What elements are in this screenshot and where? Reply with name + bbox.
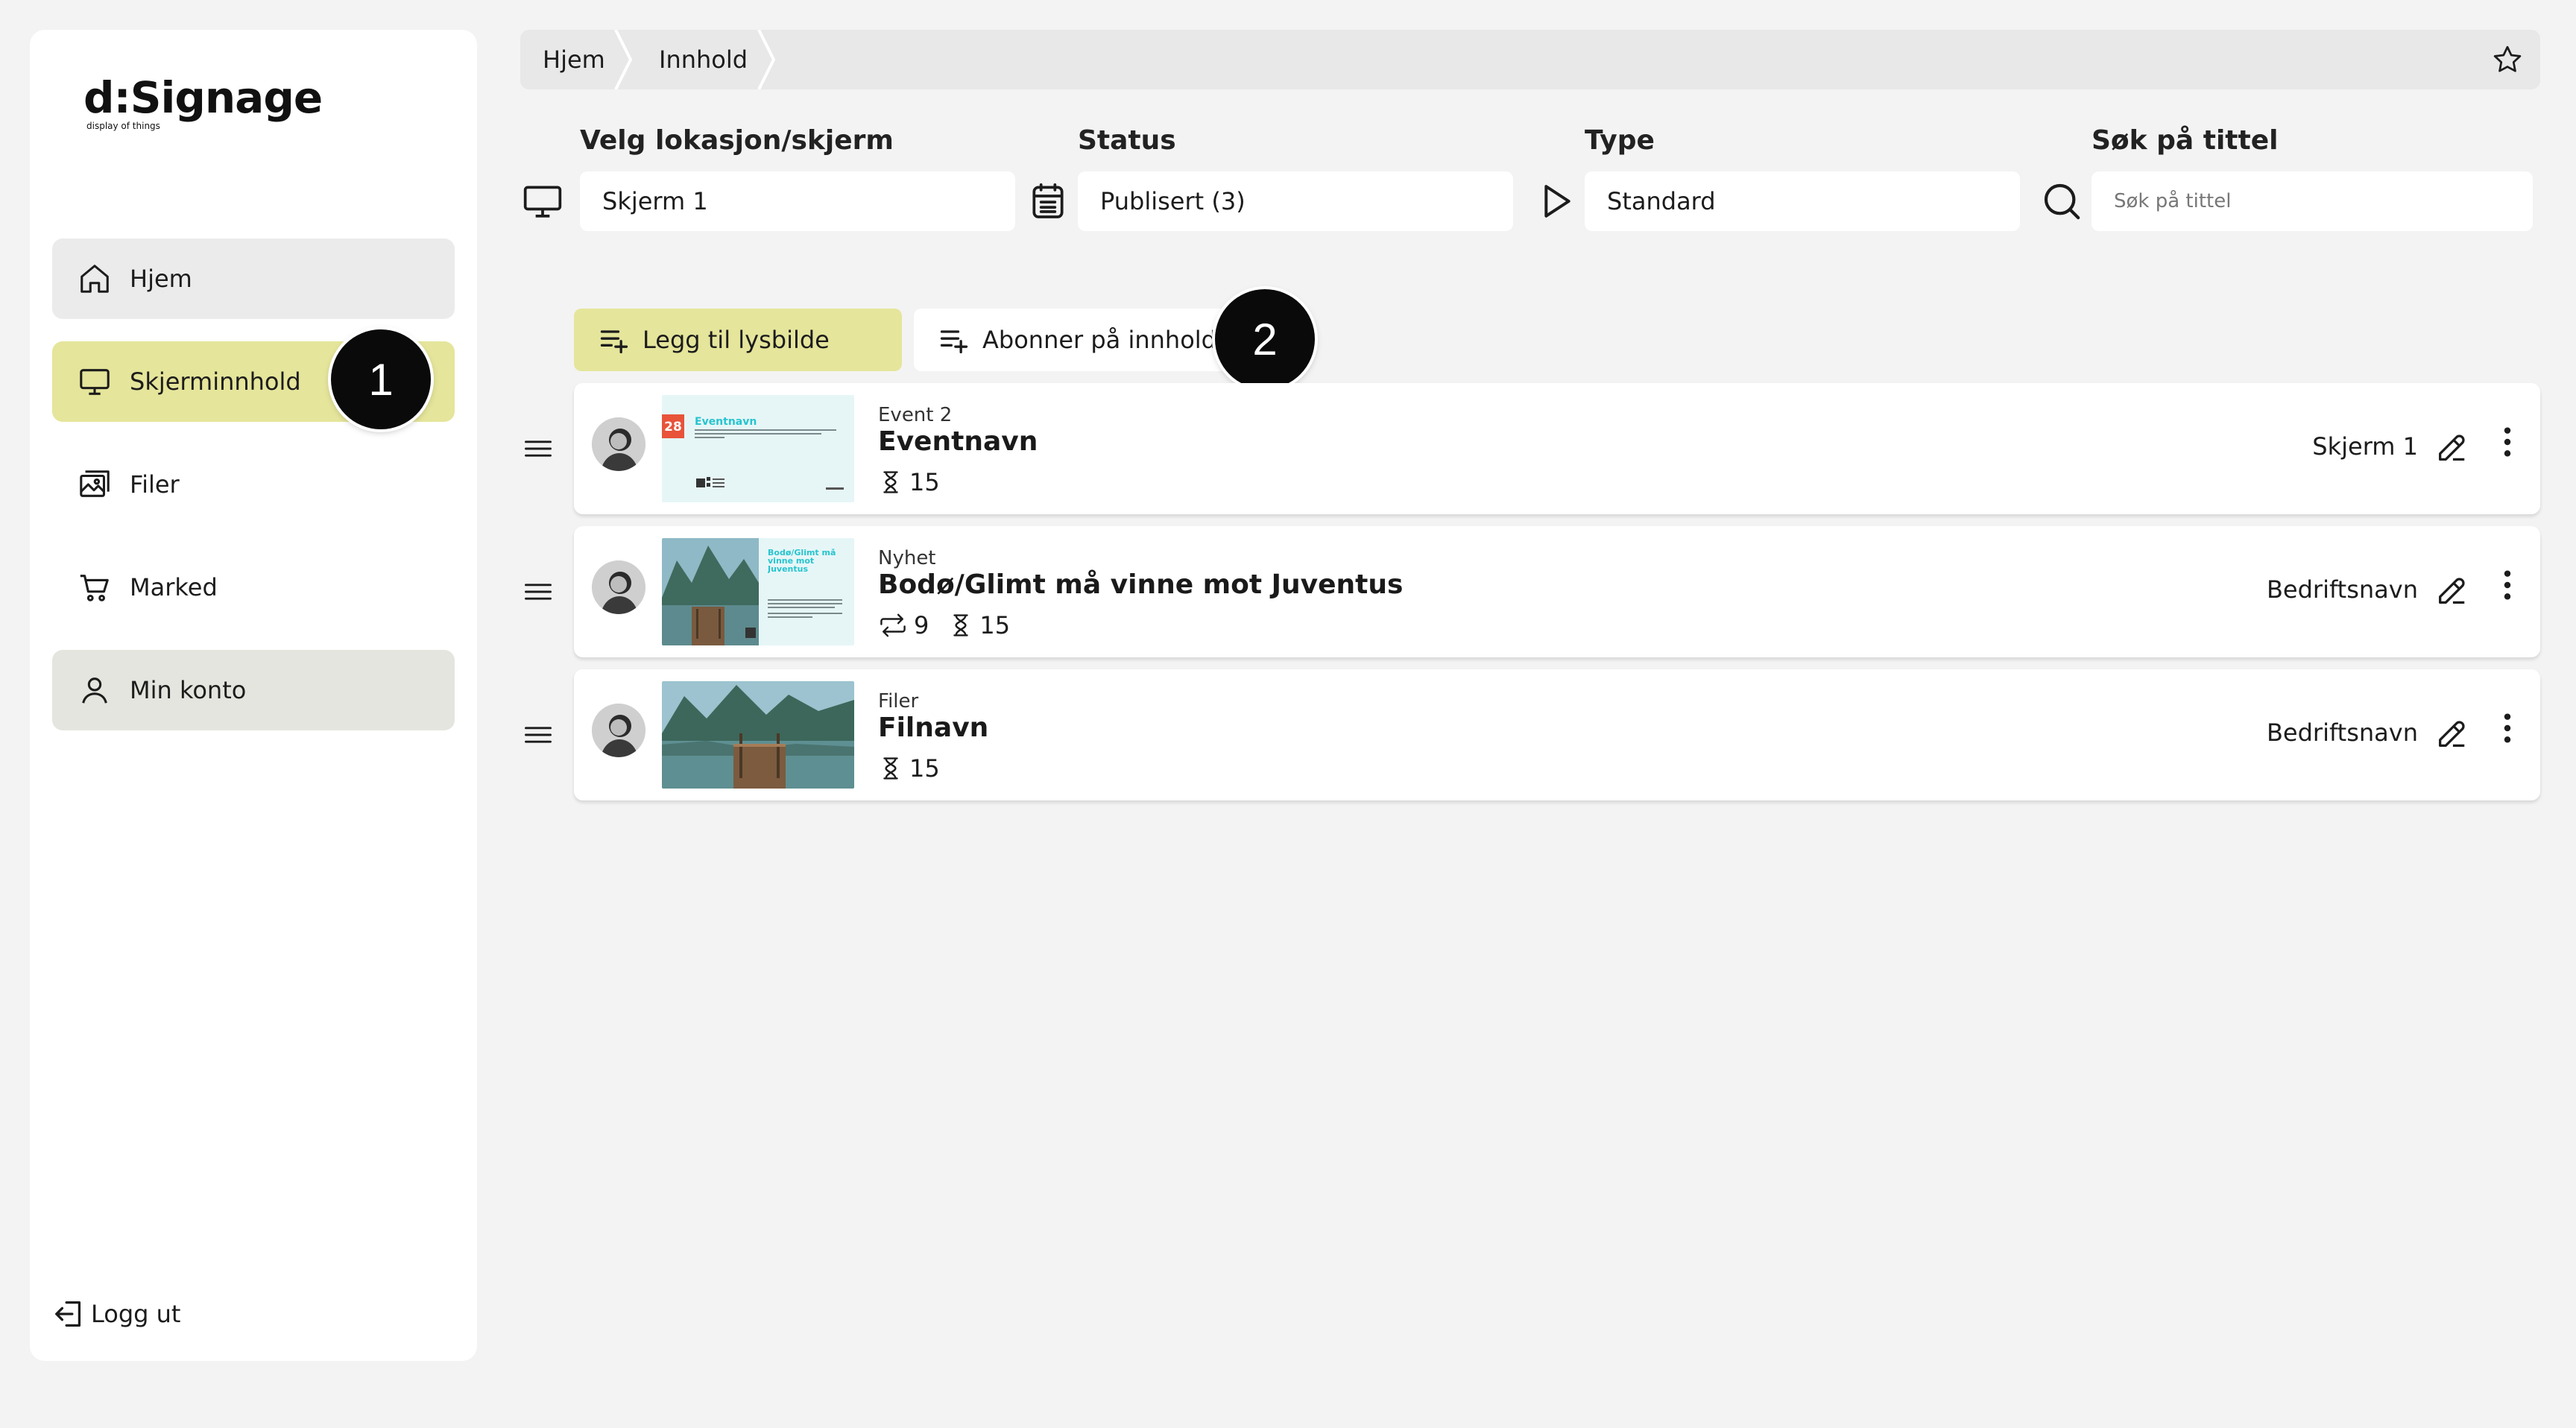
type-value: Standard [1607, 187, 1716, 215]
slide-thumbnail: 28 Eventnavn [662, 395, 854, 502]
avatar [592, 560, 645, 614]
sidebar: d:Signage display of things Hjem Skjermi… [30, 30, 477, 1361]
type-label: Type [1585, 125, 1655, 156]
subscribe-label: Abonner på innholdstjeneste [982, 326, 1227, 354]
thumbnail-date: 28 [664, 420, 682, 435]
row-type: Filer [878, 690, 919, 713]
more-options-icon[interactable] [2498, 568, 2516, 602]
sidebar-item-label: Filer [130, 470, 180, 499]
status-value: Publisert (3) [1100, 187, 1246, 215]
sidebar-item-label: Min konto [130, 676, 247, 704]
sidebar-item-filer[interactable]: Filer [52, 444, 455, 525]
calendar-list-icon [1027, 180, 1069, 222]
row-title: Filnavn [878, 713, 989, 743]
cart-icon [76, 569, 113, 606]
search-label: Søk på tittel [2092, 125, 2279, 156]
drag-handle-icon[interactable] [522, 575, 555, 608]
logout-button[interactable]: Logg ut [52, 1297, 180, 1331]
drag-handle-icon[interactable] [522, 718, 555, 751]
location-label: Velg lokasjon/skjerm [580, 125, 894, 156]
row-repeat-count: 9 [914, 611, 929, 639]
logout-label: Logg ut [91, 1300, 181, 1328]
playlist-add-icon [600, 330, 628, 354]
subscribe-content-button[interactable]: Abonner på innholdstjeneste [914, 309, 1227, 371]
more-options-icon[interactable] [2498, 425, 2516, 459]
hourglass-icon [953, 614, 969, 636]
breadcrumb-separator [614, 30, 633, 89]
row-duration: 15 [909, 468, 940, 496]
sidebar-item-marked[interactable]: Marked [52, 547, 455, 628]
search-field[interactable] [2092, 171, 2533, 231]
user-icon [76, 672, 113, 709]
thumbnail-heading: Eventnavn [695, 416, 757, 428]
content-row[interactable]: 28 Eventnavn Event 2 Eventnavn 15 Skjerm… [574, 383, 2540, 514]
edit-icon[interactable] [2434, 431, 2469, 465]
sidebar-item-label: Hjem [130, 265, 192, 293]
play-icon [1534, 180, 1576, 222]
sidebar-item-hjem[interactable]: Hjem [52, 238, 455, 319]
row-location: Skjerm 1 [2312, 432, 2418, 461]
row-type: Nyhet [878, 547, 936, 569]
sidebar-item-label: Marked [130, 573, 218, 601]
add-slide-button[interactable]: Legg til lysbilde [574, 309, 902, 371]
images-icon [76, 466, 113, 503]
step-marker-2: 2 [1215, 289, 1315, 389]
row-title: Bodø/Glimt må vinne mot Juventus [878, 569, 1404, 600]
content-row[interactable]: Bodø/Glimt må vinne mot Juventus Nyhet B… [574, 526, 2540, 657]
location-value: Skjerm 1 [602, 187, 708, 215]
row-location: Bedriftsnavn [2266, 575, 2418, 604]
thumbnail-heading: Bodø/Glimt må vinne mot Juventus [768, 549, 836, 574]
edit-icon[interactable] [2434, 717, 2469, 751]
hourglass-icon [883, 471, 898, 493]
search-input[interactable] [2114, 190, 2533, 212]
row-meta: 15 [878, 754, 959, 783]
breadcrumb: Hjem Innhold [520, 30, 2540, 89]
status-label: Status [1078, 125, 1176, 156]
avatar [592, 417, 645, 471]
monitor-icon [522, 180, 564, 222]
add-slide-label: Legg til lysbilde [643, 326, 830, 354]
location-select[interactable]: Skjerm 1 [580, 171, 1015, 231]
breadcrumb-separator [757, 30, 776, 89]
breadcrumb-item-innhold[interactable]: Innhold [659, 30, 748, 89]
playlist-add-icon [940, 330, 968, 354]
avatar [592, 704, 645, 757]
sidebar-item-label: Skjerminnhold [130, 367, 301, 396]
row-location: Bedriftsnavn [2266, 718, 2418, 747]
content-row[interactable]: Filer Filnavn 15 Bedriftsnavn [574, 669, 2540, 800]
logout-icon [52, 1297, 86, 1331]
edit-icon[interactable] [2434, 574, 2469, 608]
hourglass-icon [883, 757, 898, 780]
row-meta: 15 [878, 468, 959, 496]
row-type: Event 2 [878, 404, 953, 426]
sidebar-item-min-konto[interactable]: Min konto [52, 650, 455, 730]
row-duration: 15 [909, 754, 940, 783]
status-select[interactable]: Publisert (3) [1078, 171, 1513, 231]
home-icon [76, 260, 113, 297]
slide-thumbnail: Bodø/Glimt må vinne mot Juventus [662, 538, 854, 645]
search-icon [2041, 180, 2083, 222]
star-icon[interactable] [2491, 43, 2524, 76]
row-meta: 9 15 [878, 611, 1029, 639]
logo-text: d:Signage [83, 72, 323, 123]
more-options-icon[interactable] [2498, 711, 2516, 745]
logo[interactable]: d:Signage display of things [83, 72, 323, 131]
drag-handle-icon[interactable] [522, 432, 555, 465]
repeat-icon [880, 613, 906, 637]
row-title: Eventnavn [878, 426, 1038, 457]
file-thumbnail [662, 681, 854, 789]
row-duration: 15 [979, 611, 1011, 639]
monitor-icon [76, 363, 113, 400]
breadcrumb-item-hjem[interactable]: Hjem [543, 30, 605, 89]
step-marker-1: 1 [331, 329, 431, 429]
type-select[interactable]: Standard [1585, 171, 2020, 231]
